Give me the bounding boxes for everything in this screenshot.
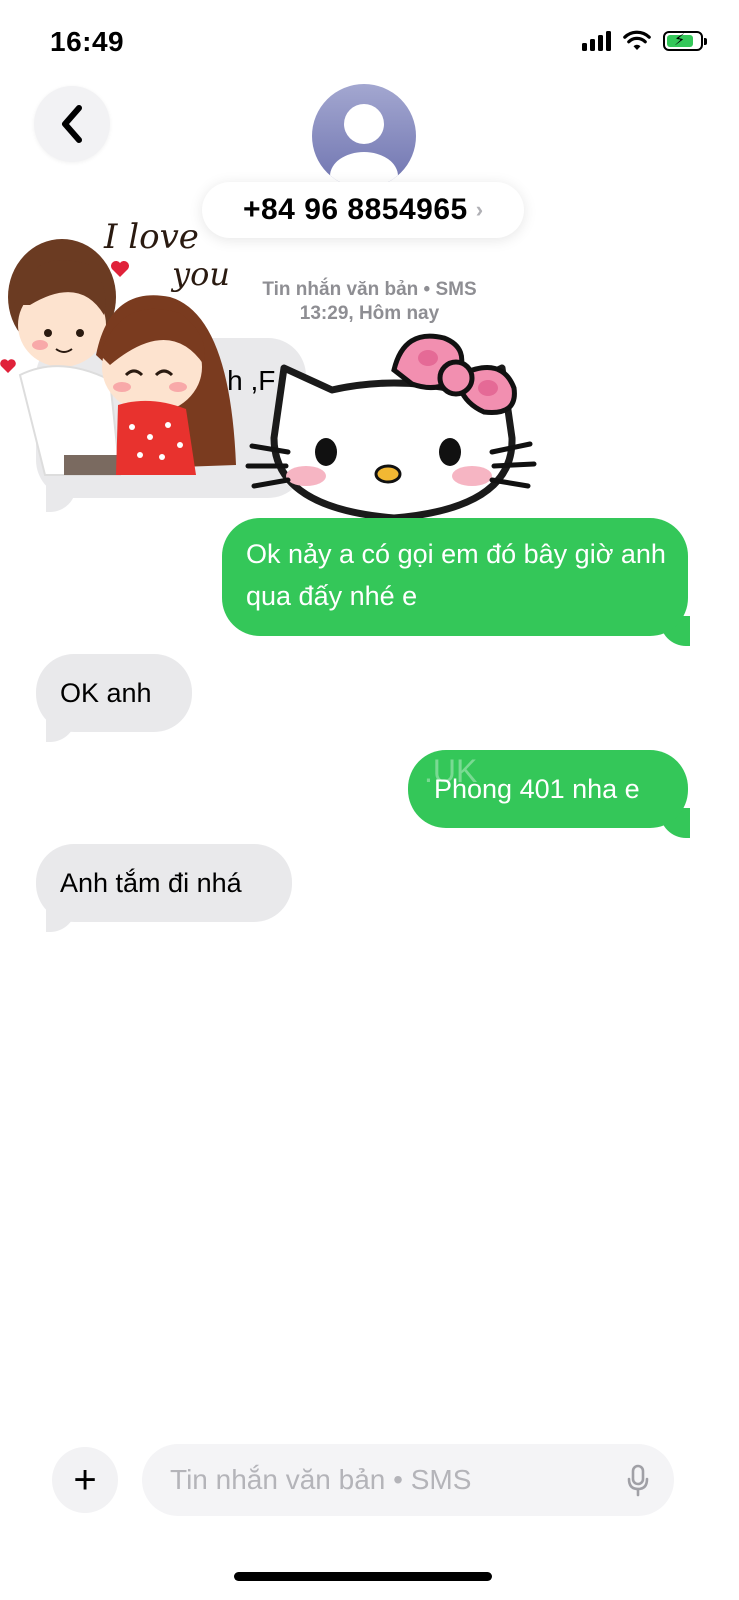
contact-name: +84 96 8854965 <box>242 193 468 226</box>
message-input-placeholder: Tin nhắn văn bản • SMS <box>170 1464 472 1495</box>
message-text: Ok nảy a có gọi em đó bây giờ anh qua đấ… <box>246 539 666 611</box>
message-text: OK anh <box>60 678 152 708</box>
chevron-left-icon <box>62 105 82 143</box>
home-indicator[interactable] <box>234 1572 492 1581</box>
sticker-text-line1: I love <box>104 217 199 257</box>
chevron-right-icon: › <box>475 197 484 222</box>
battery-charging-icon: ⚡ <box>663 31 707 51</box>
outgoing-message-bubble[interactable]: .UK Phong 401 nha e <box>408 750 688 828</box>
person-icon <box>330 104 398 188</box>
add-attachment-button[interactable]: + <box>52 1447 118 1513</box>
message-text: Anh tắm đi nhá <box>60 868 242 898</box>
hello-kitty-sticker[interactable] <box>244 328 540 528</box>
message-text: Phong 401 nha e <box>434 774 640 804</box>
contact-name-button[interactable]: +84 96 8854965 › <box>202 182 524 238</box>
wifi-icon <box>623 30 651 50</box>
message-input[interactable]: Tin nhắn văn bản • SMS <box>142 1444 674 1516</box>
back-button[interactable] <box>34 86 110 162</box>
status-icons: ⚡ <box>582 30 707 52</box>
cellular-signal-icon <box>582 31 611 51</box>
cat-face-illustration <box>245 333 537 522</box>
status-time: 16:49 <box>50 26 125 57</box>
incoming-message-bubble[interactable]: OK anh <box>36 654 192 732</box>
couple-sticker[interactable]: I love you <box>0 205 250 485</box>
outgoing-message-bubble[interactable]: Ok nảy a có gọi em đó bây giờ anh qua đấ… <box>222 518 688 636</box>
contact-avatar[interactable] <box>312 84 416 188</box>
incoming-message-bubble[interactable]: Anh tắm đi nhá <box>36 844 292 922</box>
microphone-icon[interactable] <box>626 1464 650 1498</box>
sticker-text-line2: you <box>172 255 230 293</box>
